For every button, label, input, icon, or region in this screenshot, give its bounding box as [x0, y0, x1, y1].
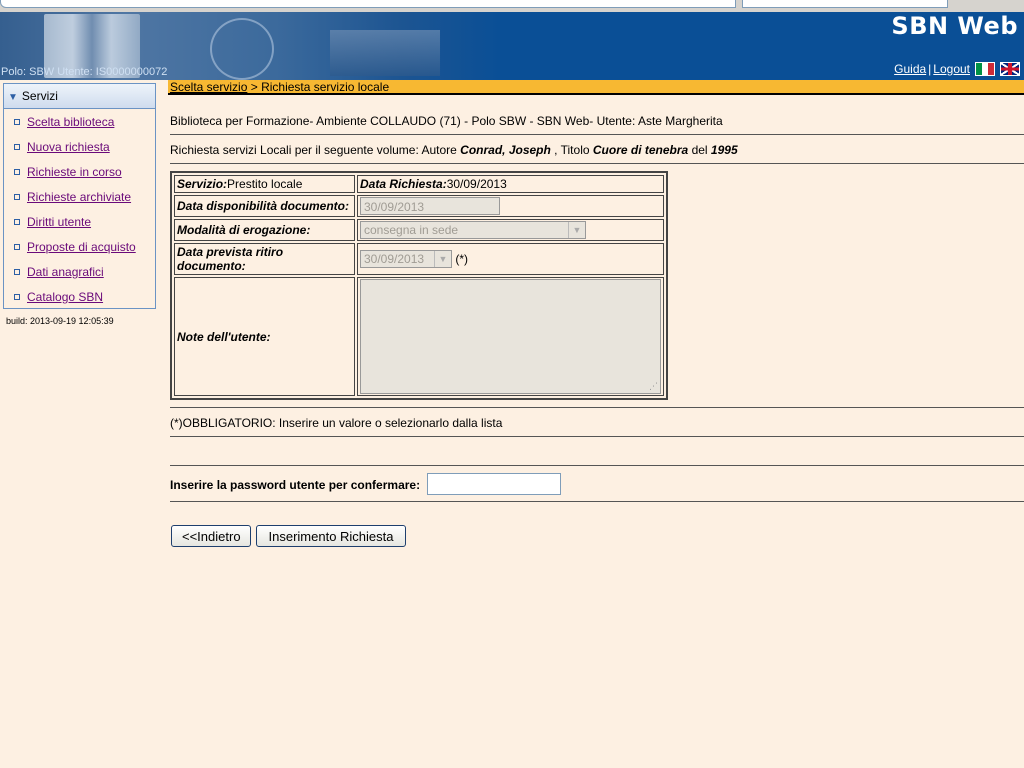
- breadcrumb-parent-link[interactable]: Scelta servizio: [170, 80, 247, 94]
- note-label: Note dell'utente:: [174, 277, 355, 396]
- back-button[interactable]: <<Indietro: [171, 525, 251, 547]
- ritiro-cell: 30/09/2013 ▼ (*): [357, 243, 664, 275]
- request-description: Richiesta servizi Locali per il seguente…: [170, 143, 738, 157]
- data-richiesta-value: 30/09/2013: [446, 177, 507, 191]
- note-textarea[interactable]: ⋰: [360, 279, 661, 394]
- breadcrumb-current: Richiesta servizio locale: [261, 80, 390, 94]
- request-prefix: Richiesta servizi Locali per il seguente…: [170, 143, 461, 157]
- header-banner: SBN Web Polo: SBW Utente: IS0000000072 G…: [0, 12, 1024, 80]
- bullet-square-icon: [14, 169, 20, 175]
- modalita-label: Modalità di erogazione:: [174, 219, 355, 241]
- sidebar-link[interactable]: Scelta biblioteca: [27, 113, 114, 131]
- vitruvian-image: [210, 18, 274, 80]
- sidebar-header[interactable]: ▼ Servizi: [4, 84, 155, 109]
- sidebar-item-diritti-utente: Diritti utente: [14, 213, 155, 238]
- polo-user-info: Polo: SBW Utente: IS0000000072: [1, 66, 168, 78]
- divider: [170, 501, 1024, 502]
- form-row-ritiro: Data prevista ritiro documento: 30/09/20…: [174, 243, 664, 275]
- sidebar-link[interactable]: Nuova richiesta: [27, 138, 110, 156]
- help-link[interactable]: Guida: [894, 62, 926, 76]
- sidebar-item-richieste-in-corso: Richieste in corso: [14, 163, 155, 188]
- sidebar-item-dati-anagrafici: Dati anagrafici: [14, 263, 155, 288]
- browser-search-box[interactable]: [742, 0, 948, 8]
- resize-grip-icon[interactable]: ⋰: [649, 381, 658, 392]
- divider: [170, 407, 1024, 408]
- author-name: Conrad, Joseph: [460, 143, 551, 157]
- divider: [170, 163, 1024, 164]
- bullet-square-icon: [14, 244, 20, 250]
- sidebar-link[interactable]: Diritti utente: [27, 213, 91, 231]
- book-title: Cuore di tenebra: [592, 143, 689, 157]
- sidebar-item-catalogo-sbn: Catalogo SBN: [14, 288, 155, 313]
- library-line: Biblioteca per Formazione- Ambiente COLL…: [170, 114, 723, 128]
- disponibilita-label: Data disponibilità documento:: [174, 195, 355, 217]
- ritiro-label: Data prevista ritiro documento:: [174, 243, 355, 275]
- sidebar-header-label: Servizi: [21, 89, 58, 103]
- submit-request-button[interactable]: Inserimento Richiesta: [256, 525, 406, 547]
- required-marker: (*): [455, 252, 469, 266]
- sidebar-link[interactable]: Catalogo SBN: [27, 288, 103, 306]
- sidebar-link[interactable]: Richieste in corso: [27, 163, 122, 181]
- note-cell: ⋰: [357, 277, 664, 396]
- shelf-image: [330, 30, 440, 76]
- bullet-square-icon: [14, 119, 20, 125]
- mandatory-note: (*)OBBLIGATORIO: Inserire un valore o se…: [170, 416, 503, 430]
- logout-link[interactable]: Logout: [933, 62, 970, 76]
- divider: [170, 465, 1024, 466]
- bullet-square-icon: [14, 194, 20, 200]
- ritiro-select: 30/09/2013 ▼: [360, 250, 452, 268]
- sidebar-item-proposte-acquisto: Proposte di acquisto: [14, 238, 155, 263]
- sidebar-menu: Scelta biblioteca Nuova richiesta Richie…: [4, 109, 155, 313]
- password-label: Inserire la password utente per conferma…: [170, 478, 421, 492]
- sidebar-item-scelta-biblioteca: Scelta biblioteca: [14, 113, 155, 138]
- form-row-disponibilita: Data disponibilità documento: 30/09/2013: [174, 195, 664, 217]
- divider: [170, 436, 1024, 437]
- modalita-select: consegna in sede ▼: [360, 221, 586, 239]
- app-title: SBN Web: [891, 12, 1018, 40]
- bullet-square-icon: [14, 219, 20, 225]
- title-prefix: , Titolo: [550, 143, 593, 157]
- header-links: Guida | Logout: [894, 62, 1020, 76]
- collapse-triangle-icon: ▼: [8, 92, 18, 103]
- book-year: 1995: [710, 143, 738, 157]
- request-form-table: Servizio:Prestito locale Data Richiesta:…: [170, 171, 668, 400]
- sidebar-link[interactable]: Richieste archiviate: [27, 188, 131, 206]
- address-bar[interactable]: [0, 0, 736, 8]
- data-richiesta-label: Data Richiesta:: [360, 177, 447, 191]
- sidebar: ▼ Servizi Scelta biblioteca Nuova richies…: [3, 83, 156, 309]
- servizio-value: Prestito locale: [227, 177, 303, 191]
- sidebar-item-richieste-archiviate: Richieste archiviate: [14, 188, 155, 213]
- modalita-value: consegna in sede: [364, 223, 459, 237]
- modalita-cell: consegna in sede ▼: [357, 219, 664, 241]
- divider: [170, 134, 1024, 135]
- ritiro-value: 30/09/2013: [364, 252, 425, 266]
- sidebar-link[interactable]: Proposte di acquisto: [27, 238, 136, 256]
- data-richiesta-cell: Data Richiesta:30/09/2013: [357, 175, 664, 193]
- chevron-down-icon: ▼: [568, 222, 585, 238]
- form-row-servizio: Servizio:Prestito locale Data Richiesta:…: [174, 175, 664, 193]
- password-input[interactable]: [427, 473, 561, 495]
- servizio-cell: Servizio:Prestito locale: [174, 175, 355, 193]
- build-info: build: 2013-09-19 12:05:39: [6, 316, 114, 326]
- bullet-square-icon: [14, 144, 20, 150]
- bullet-square-icon: [14, 269, 20, 275]
- italian-flag-icon[interactable]: [975, 62, 995, 76]
- year-prefix: del: [688, 143, 711, 157]
- disponibilita-field: 30/09/2013: [360, 197, 500, 215]
- form-row-modalita: Modalità di erogazione: consegna in sede…: [174, 219, 664, 241]
- sidebar-link[interactable]: Dati anagrafici: [27, 263, 104, 281]
- form-row-note: Note dell'utente: ⋰: [174, 277, 664, 396]
- breadcrumb-separator: >: [247, 80, 262, 94]
- english-flag-icon[interactable]: [1000, 62, 1020, 76]
- disponibilita-cell: 30/09/2013: [357, 195, 664, 217]
- servizio-label: Servizio:: [177, 177, 228, 191]
- chevron-down-icon: ▼: [434, 251, 451, 267]
- link-separator: |: [928, 62, 932, 76]
- breadcrumb: Scelta servizio > Richiesta servizio loc…: [168, 80, 1024, 95]
- bullet-square-icon: [14, 294, 20, 300]
- sidebar-item-nuova-richiesta: Nuova richiesta: [14, 138, 155, 163]
